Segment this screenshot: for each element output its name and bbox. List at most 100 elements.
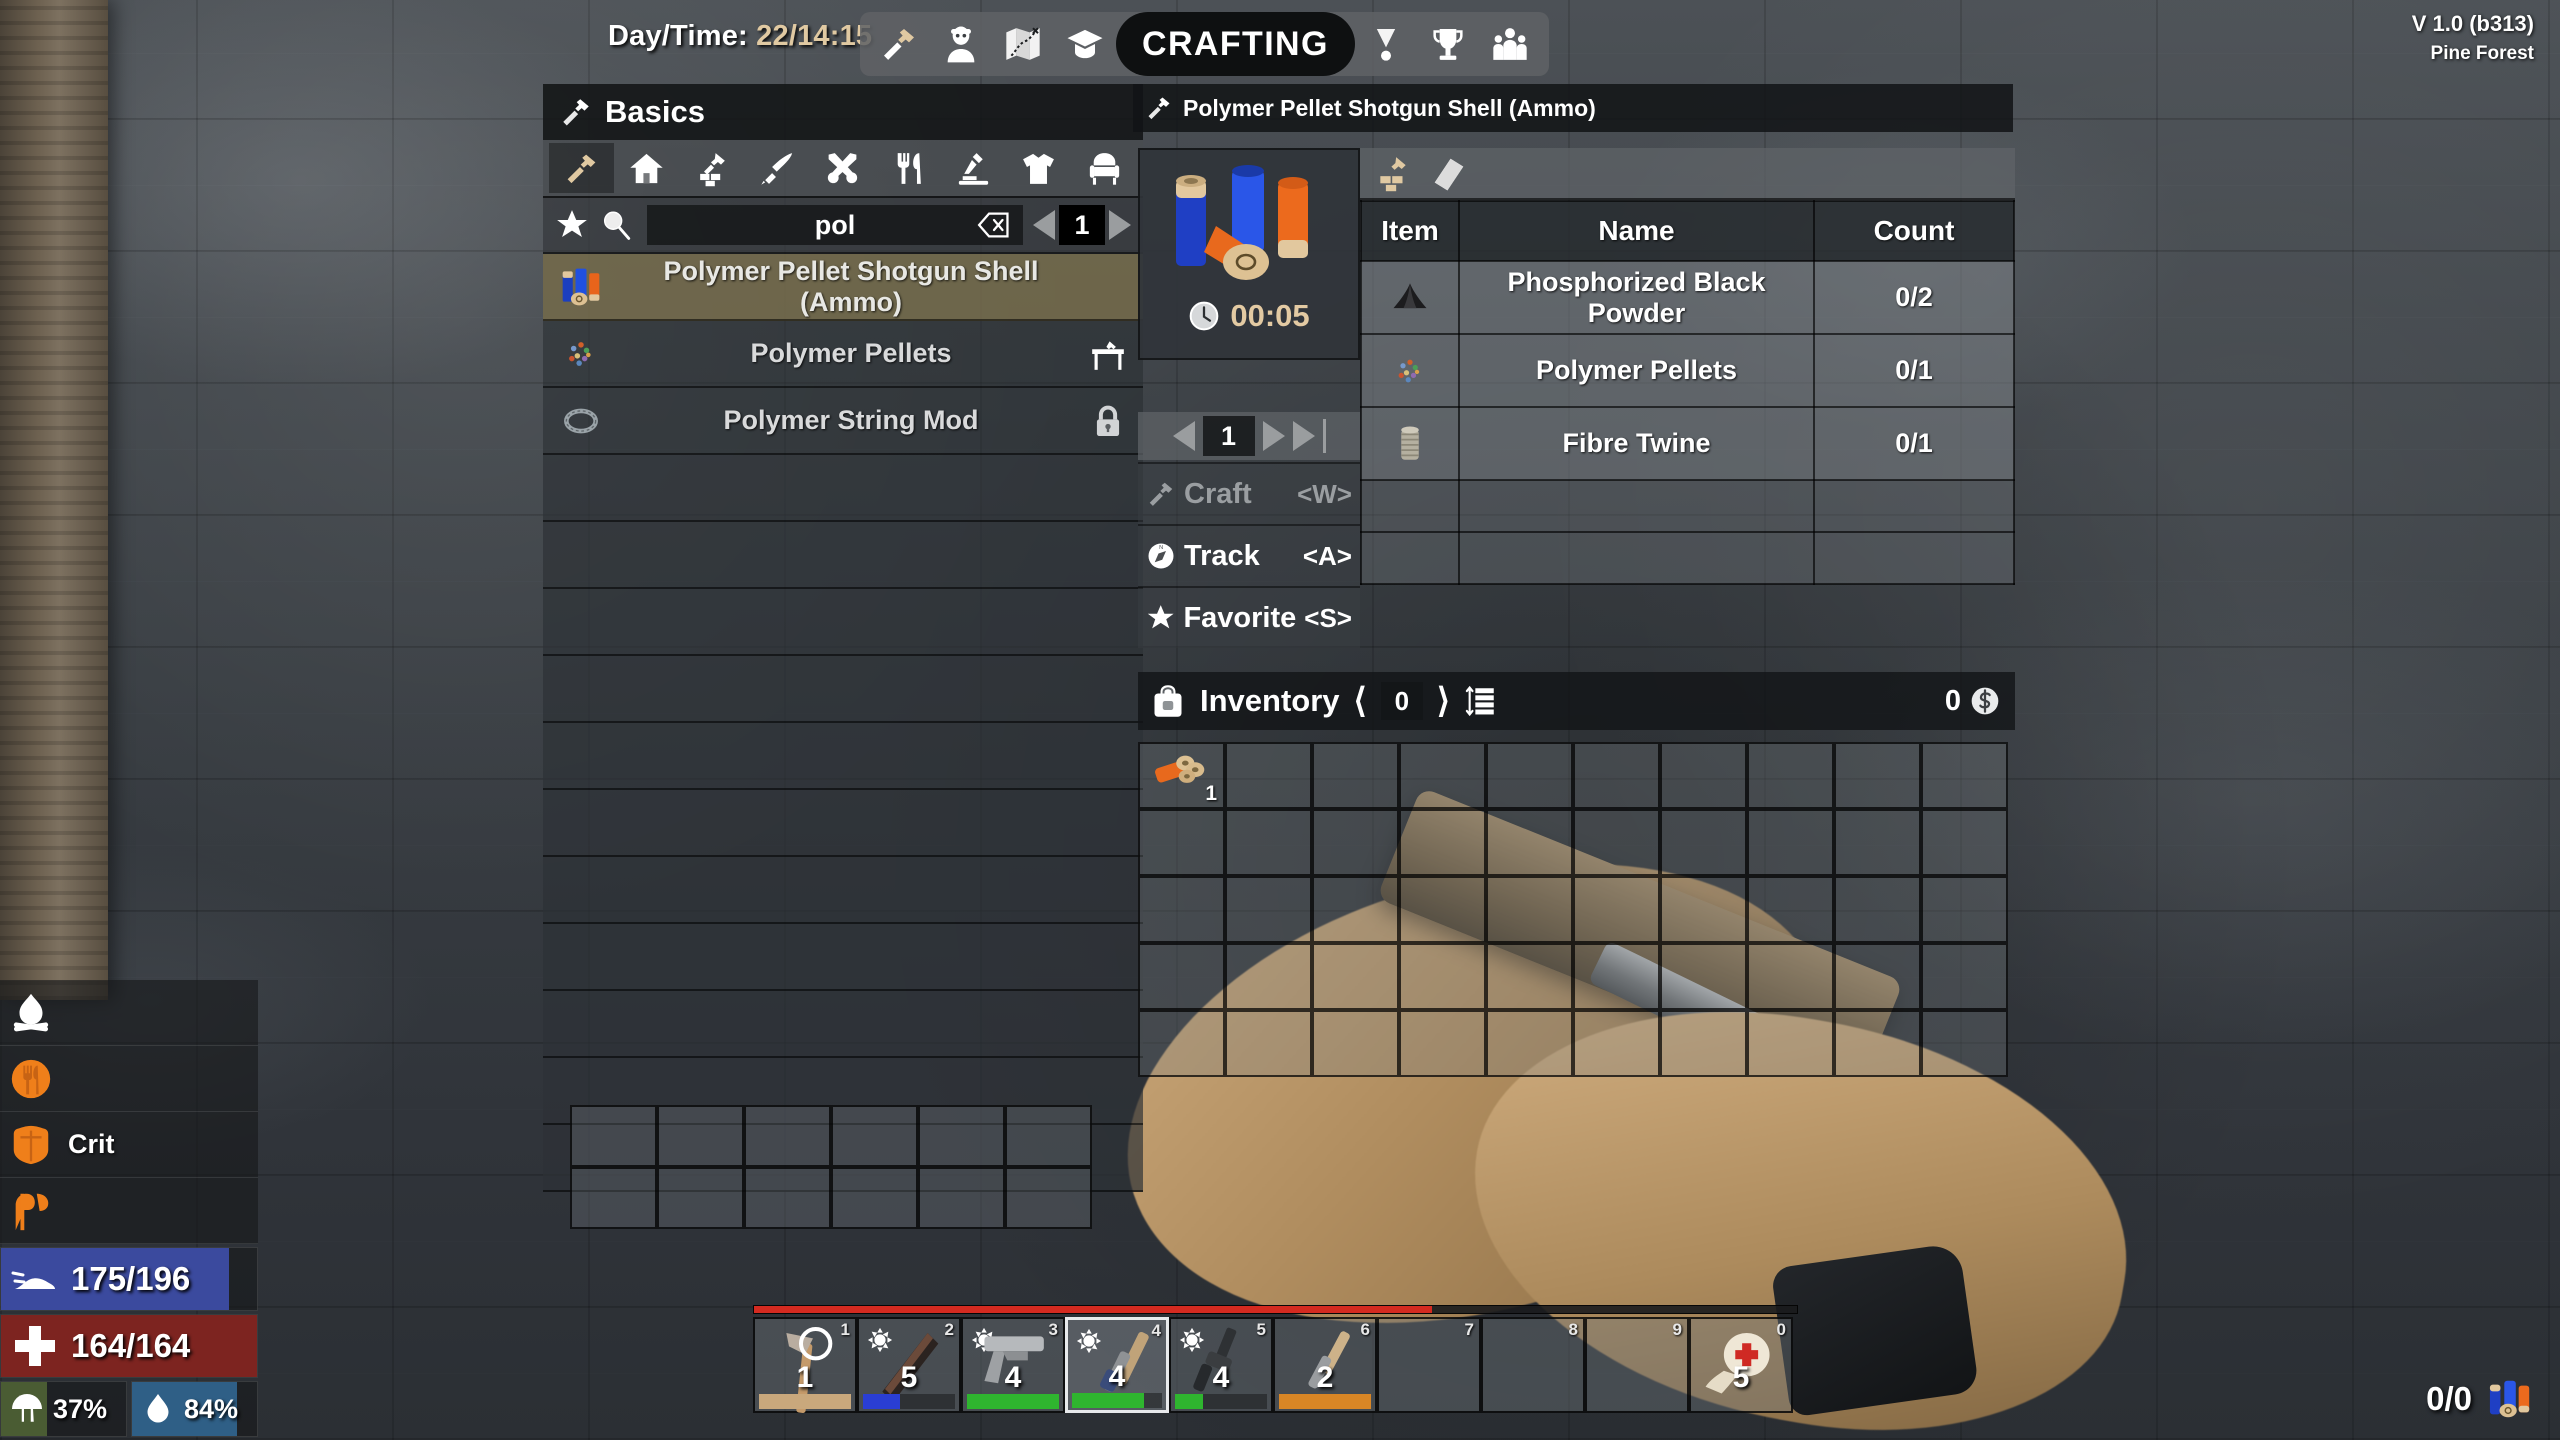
decrease-amount-button[interactable]	[1172, 421, 1195, 451]
queue-slot[interactable]	[570, 1105, 657, 1167]
inventory-slot-28[interactable]	[1834, 876, 1921, 943]
search-input[interactable]: pol	[647, 205, 1023, 245]
category-tab-tools[interactable]	[810, 143, 875, 193]
track-button[interactable]: N Track <A>	[1138, 524, 1360, 586]
hotbar-slot-8[interactable]: 8	[1481, 1317, 1585, 1413]
category-tab-home[interactable]	[614, 143, 679, 193]
ingredients-tab-row[interactable]	[1360, 148, 2015, 200]
max-amount-button[interactable]	[1292, 421, 1315, 451]
inventory-slot-48[interactable]	[1834, 1010, 1921, 1077]
inventory-slot-41[interactable]	[1225, 1010, 1312, 1077]
hotbar-slot-0[interactable]: 0 5	[1689, 1317, 1793, 1413]
nav-party-icon[interactable]	[1479, 13, 1541, 75]
inventory-slot-47[interactable]	[1747, 1010, 1834, 1077]
inventory-slot-34[interactable]	[1486, 943, 1573, 1010]
inventory-slot-4[interactable]	[1486, 742, 1573, 809]
recipe-row-polymer-pellets[interactable]: Polymer Pellets	[543, 321, 1143, 388]
recipe-search-row[interactable]: pol 1	[543, 198, 1143, 254]
inventory-slot-12[interactable]	[1312, 809, 1399, 876]
nav-quests-icon[interactable]	[1355, 13, 1417, 75]
ingredients-icon[interactable]	[1374, 154, 1412, 192]
inventory-slot-1[interactable]	[1225, 742, 1312, 809]
clear-search-backspace-icon[interactable]	[977, 208, 1011, 242]
nav-crafting-hammer-icon[interactable]	[868, 13, 930, 75]
inventory-slot-10[interactable]	[1138, 809, 1225, 876]
queue-slot[interactable]	[831, 1105, 918, 1167]
inventory-slot-6[interactable]	[1660, 742, 1747, 809]
hotbar-slot-4[interactable]: 4 4	[1065, 1317, 1169, 1413]
hotbar-slot-3[interactable]: 3 4	[961, 1317, 1065, 1413]
category-tab-weapons[interactable]	[745, 143, 810, 193]
nav-skills-graduation-cap-icon[interactable]	[1054, 13, 1116, 75]
hotbar-slot-1[interactable]: 1 1	[753, 1317, 857, 1413]
category-tab-clothing[interactable]	[1006, 143, 1071, 193]
inventory-slot-9[interactable]	[1921, 742, 2008, 809]
recipe-row-polymer-pellet-shotgun-shell[interactable]: Polymer Pellet Shotgun Shell (Ammo)	[543, 254, 1143, 321]
table-row[interactable]: Fibre Twine 0/1	[1360, 406, 2015, 481]
crafting-queue-grid[interactable]	[570, 1105, 1092, 1229]
category-tab-decor[interactable]	[1072, 143, 1137, 193]
inventory-slot-22[interactable]	[1312, 876, 1399, 943]
inventory-slot-45[interactable]	[1573, 1010, 1660, 1077]
hotbar[interactable]: 1 1 2 5 3 4 4 4 5 4 6 2 7 8 9 0 5	[753, 1317, 1798, 1413]
inventory-slot-13[interactable]	[1399, 809, 1486, 876]
inventory-slot-23[interactable]	[1399, 876, 1486, 943]
inventory-slot-5[interactable]	[1573, 742, 1660, 809]
inventory-next-button[interactable]: ⟩	[1437, 681, 1450, 721]
nav-map-icon[interactable]	[992, 13, 1054, 75]
inventory-slot-16[interactable]	[1660, 809, 1747, 876]
craft-button[interactable]: Craft <W>	[1138, 462, 1360, 524]
inventory-slot-8[interactable]	[1834, 742, 1921, 809]
increase-amount-button[interactable]	[1262, 421, 1285, 451]
inventory-slot-20[interactable]	[1138, 876, 1225, 943]
queue-slot[interactable]	[918, 1105, 1005, 1167]
inventory-slot-3[interactable]	[1399, 742, 1486, 809]
inventory-slot-21[interactable]	[1225, 876, 1312, 943]
book-icon[interactable]	[1430, 154, 1468, 192]
inventory-slot-32[interactable]	[1312, 943, 1399, 1010]
queue-slot[interactable]	[570, 1167, 657, 1229]
category-tab-food[interactable]	[876, 143, 941, 193]
queue-slot[interactable]	[1005, 1105, 1092, 1167]
table-row[interactable]: Polymer Pellets 0/1	[1360, 333, 2015, 408]
inventory-slot-37[interactable]	[1747, 943, 1834, 1010]
inventory-slot-30[interactable]	[1138, 943, 1225, 1010]
table-row[interactable]: Phosphorized Black Powder 0/2	[1360, 260, 2015, 335]
inventory-slot-42[interactable]	[1312, 1010, 1399, 1077]
inventory-slot-43[interactable]	[1399, 1010, 1486, 1077]
inventory-slot-25[interactable]	[1573, 876, 1660, 943]
prev-page-button[interactable]	[1033, 210, 1055, 240]
inventory-slot-49[interactable]	[1921, 1010, 2008, 1077]
inventory-slot-35[interactable]	[1573, 943, 1660, 1010]
recipe-list[interactable]: Polymer Pellet Shotgun Shell (Ammo) Poly…	[543, 254, 1143, 1192]
hotbar-slot-6[interactable]: 6 2	[1273, 1317, 1377, 1413]
nav-character-survivor-icon[interactable]	[930, 13, 992, 75]
inventory-slot-24[interactable]	[1486, 876, 1573, 943]
inventory-slot-19[interactable]	[1921, 809, 2008, 876]
hotbar-slot-9[interactable]: 9	[1585, 1317, 1689, 1413]
inventory-slot-14[interactable]	[1486, 809, 1573, 876]
favorite-button[interactable]: Favorite <S>	[1138, 586, 1360, 648]
category-tab-basics[interactable]	[549, 143, 615, 193]
inventory-slot-27[interactable]	[1747, 876, 1834, 943]
queue-slot[interactable]	[744, 1167, 831, 1229]
inventory-prev-button[interactable]: ⟨	[1354, 681, 1367, 721]
queue-slot[interactable]	[657, 1105, 744, 1167]
top-navigation-bar[interactable]: CRAFTING	[860, 12, 1549, 76]
inventory-slot-17[interactable]	[1747, 809, 1834, 876]
favorites-filter-star-icon[interactable]	[555, 208, 589, 242]
queue-slot[interactable]	[657, 1167, 744, 1229]
inventory-slot-7[interactable]	[1747, 742, 1834, 809]
next-page-button[interactable]	[1109, 210, 1131, 240]
recipe-row-polymer-string-mod[interactable]: Polymer String Mod	[543, 388, 1143, 455]
inventory-slot-11[interactable]	[1225, 809, 1312, 876]
hotbar-slot-5[interactable]: 5 4	[1169, 1317, 1273, 1413]
inventory-slot-15[interactable]	[1573, 809, 1660, 876]
hotbar-slot-7[interactable]: 7	[1377, 1317, 1481, 1413]
inventory-slot-0[interactable]: 1	[1138, 742, 1225, 809]
queue-slot[interactable]	[1005, 1167, 1092, 1229]
inventory-slot-26[interactable]	[1660, 876, 1747, 943]
inventory-slot-31[interactable]	[1225, 943, 1312, 1010]
category-tab-building[interactable]	[680, 143, 745, 193]
queue-slot[interactable]	[831, 1167, 918, 1229]
